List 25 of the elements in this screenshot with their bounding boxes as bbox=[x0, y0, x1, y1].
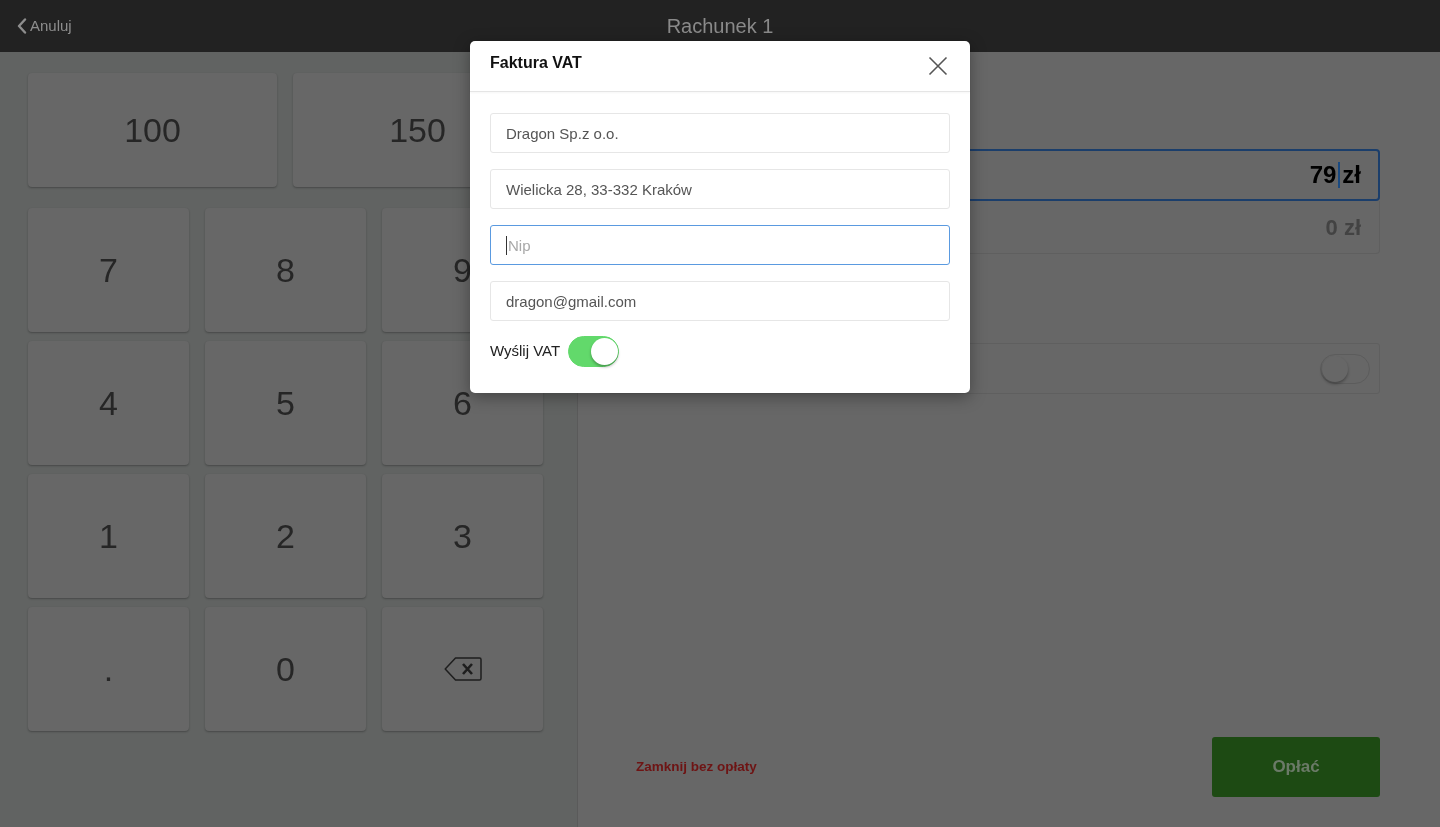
keypad-key[interactable]: 3 bbox=[382, 474, 543, 598]
input-field[interactable]: dragon@gmail.com bbox=[490, 281, 950, 321]
pay-button[interactable]: Opłać bbox=[1212, 737, 1380, 797]
input-field[interactable]: Nip bbox=[490, 225, 950, 265]
keypad-key[interactable]: 4 bbox=[28, 341, 189, 465]
close-button[interactable] bbox=[928, 56, 948, 76]
input-field[interactable]: Dragon Sp.z o.o. bbox=[490, 113, 950, 153]
toggle-switch[interactable] bbox=[568, 336, 620, 367]
screen-title: Rachunek 1 bbox=[666, 14, 774, 39]
chevron-left-icon bbox=[17, 18, 27, 34]
back-button[interactable]: Anuluj bbox=[17, 14, 72, 38]
dialog-title: Faktura VAT bbox=[490, 53, 582, 73]
input-field[interactable]: Wielicka 28, 33-332 Kraków bbox=[490, 169, 950, 209]
keypad-key[interactable]: 8 bbox=[205, 208, 366, 332]
backspace-icon bbox=[443, 657, 482, 681]
amount-key[interactable]: 100 bbox=[28, 73, 277, 187]
close-without-payment-link[interactable]: Zamknij bez opłaty bbox=[636, 756, 757, 778]
keypad-key[interactable]: 2 bbox=[205, 474, 366, 598]
keypad-key[interactable]: 1 bbox=[28, 474, 189, 598]
close-icon bbox=[928, 56, 948, 76]
text-cursor-icon bbox=[1338, 162, 1341, 188]
keypad-key[interactable]: 0 bbox=[205, 607, 366, 731]
keypad-key[interactable]: 5 bbox=[205, 341, 366, 465]
keypad-key[interactable]: 7 bbox=[28, 208, 189, 332]
keypad-key[interactable]: . bbox=[28, 607, 189, 731]
